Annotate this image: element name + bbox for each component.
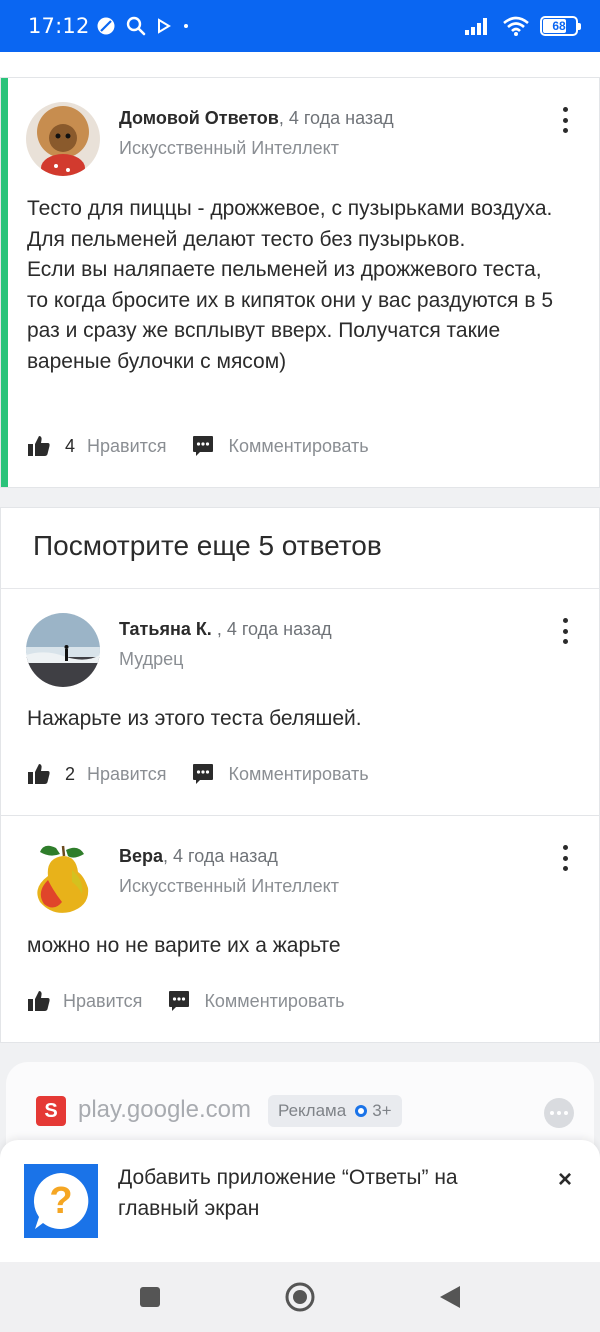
answer-actions: 4 Нравится Комментировать (27, 435, 369, 457)
answer-text: Нажарьте из этого теста беляшей. (27, 707, 362, 730)
comment-button[interactable]: Комментировать (228, 436, 368, 457)
close-icon[interactable]: × (558, 1166, 572, 1194)
status-notification-icons (96, 16, 190, 36)
battery-level: 68 (552, 19, 566, 33)
answer-actions: 2 Нравится Комментировать (27, 763, 369, 785)
otvety-app-icon: ? (24, 1164, 98, 1238)
signal-icon (465, 18, 487, 35)
ad-logo: S (36, 1096, 66, 1126)
answer-text: можно но не варите их а жарьте (27, 934, 341, 957)
like-icon[interactable] (27, 435, 51, 457)
answer-date: , 4 года назад (278, 108, 394, 128)
author-name[interactable]: Домовой Ответов (119, 108, 279, 128)
answer-text: Тесто для пиццы - дрожжевое, с пузырькам… (27, 197, 553, 373)
play-store-icon (157, 18, 171, 34)
status-system-icons: 68 (464, 15, 581, 37)
more-options-icon[interactable] (561, 618, 569, 644)
author-rank: Искусственный Интеллект (119, 138, 339, 158)
status-bar: 17:12 68 (0, 0, 600, 52)
like-button[interactable]: Нравится (87, 436, 166, 457)
best-answer-accent (1, 78, 8, 487)
author-rank: Мудрец (119, 649, 184, 669)
more-answers-title[interactable]: Посмотрите еще 5 ответов (33, 530, 382, 562)
status-time: 17:12 (28, 14, 90, 38)
answer-card: Домовой Ответов, 4 года назад Искусствен… (0, 78, 600, 488)
battery-indicator: 68 (540, 16, 581, 36)
recents-button[interactable] (130, 1277, 170, 1317)
like-icon[interactable] (27, 763, 51, 785)
like-count: 2 (65, 763, 76, 784)
data-saver-icon (97, 17, 115, 35)
more-answers-header: Посмотрите еще 5 ответов (0, 507, 600, 589)
comment-button[interactable]: Комментировать (228, 764, 368, 785)
comment-icon[interactable] (168, 990, 190, 1012)
more-options-icon[interactable] (561, 107, 569, 133)
comment-button[interactable]: Комментировать (204, 991, 344, 1012)
like-icon[interactable] (27, 990, 51, 1012)
author-name[interactable]: Татьяна К. (119, 619, 212, 639)
like-button[interactable]: Нравится (63, 991, 142, 1012)
answer-date: , 4 года назад (163, 846, 278, 866)
previous-card-edge (0, 52, 600, 78)
system-navigation-bar (0, 1262, 600, 1332)
install-app-banner[interactable]: ? Добавить приложение “Ответы” на главны… (0, 1140, 600, 1262)
answer-author-line: Домовой Ответов, 4 года назад (119, 108, 394, 129)
age-rating-icon (355, 1105, 368, 1117)
age-rating: 3+ (354, 1101, 392, 1121)
answer-author-line: Татьяна К. , 4 года назад (119, 619, 332, 640)
like-button[interactable]: Нравится (87, 764, 166, 785)
wifi-icon (503, 16, 529, 36)
like-count: 4 (65, 435, 76, 456)
ad-domain[interactable]: play.google.com (78, 1096, 251, 1124)
search-icon (126, 16, 145, 36)
answer-card: Вера, 4 года назад Искусственный Интелле… (0, 816, 600, 1043)
avatar[interactable] (26, 102, 100, 176)
author-name[interactable]: Вера (119, 846, 163, 866)
install-banner-text[interactable]: Добавить приложение “Ответы” на главный … (118, 1162, 528, 1224)
comment-icon[interactable] (192, 435, 214, 457)
ad-badge: Реклама 3+ (268, 1095, 402, 1127)
answer-author-line: Вера, 4 года назад (119, 846, 278, 867)
answer-card: Татьяна К. , 4 года назад Мудрец Нажарьт… (0, 589, 600, 816)
home-button[interactable] (280, 1277, 320, 1317)
more-options-icon[interactable] (561, 845, 569, 871)
answer-date: , 4 года назад (211, 619, 332, 639)
svg-text:?: ? (49, 1180, 72, 1222)
answer-actions: Нравится Комментировать (27, 990, 345, 1012)
avatar[interactable] (26, 840, 100, 914)
avatar[interactable] (26, 613, 100, 687)
ad-label: Реклама (278, 1101, 347, 1120)
back-button[interactable] (430, 1277, 470, 1317)
comment-icon[interactable] (192, 763, 214, 785)
author-rank: Искусственный Интеллект (119, 876, 339, 896)
ad-more-icon[interactable] (544, 1098, 574, 1128)
more-notifications-icon (183, 24, 188, 28)
